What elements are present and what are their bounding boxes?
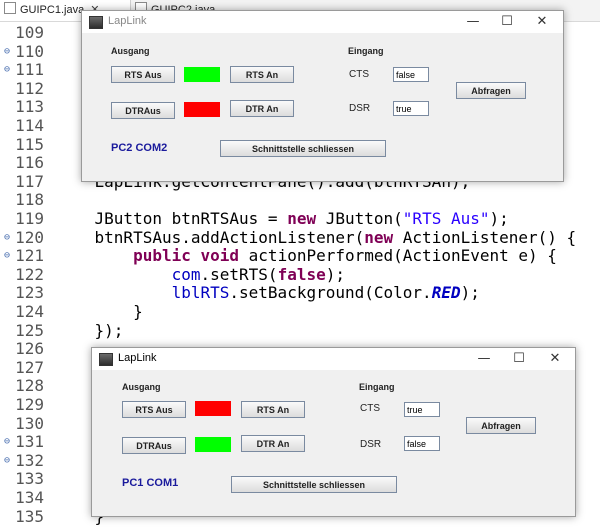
rts-an-button[interactable]: RTS An [230, 66, 294, 83]
rts-an-button[interactable]: RTS An [241, 401, 305, 418]
code-line[interactable]: 121 ⊖ public void actionPerformed(ActionE… [0, 246, 600, 266]
line-number: 130 [15, 413, 44, 433]
cts-field[interactable]: true [404, 402, 440, 417]
rts-indicator [195, 401, 231, 416]
title-bar[interactable]: LapLink — ☐ ✕ [82, 11, 563, 33]
line-number: 114 [15, 116, 44, 135]
fold-icon[interactable]: ⊖ [4, 247, 10, 266]
line-number: 135 [15, 506, 44, 526]
dsr-label: DSR [360, 439, 382, 450]
cts-field[interactable]: false [393, 67, 429, 82]
cts-label: CTS [349, 69, 369, 80]
eingang-label: Eingang [348, 46, 384, 56]
line-number: 123 [15, 283, 44, 303]
code-line[interactable]: 123 lblRTS.setBackground(Color.RED); [0, 284, 600, 303]
line-number: 129 [15, 395, 44, 414]
dtr-aus-button[interactable]: DTRAus [122, 437, 186, 454]
line-number: 119 [15, 209, 44, 228]
line-number: 124 [15, 302, 44, 321]
close-button[interactable]: ✕ [538, 350, 572, 368]
code-text: }); [56, 320, 124, 340]
fold-icon[interactable]: ⊖ [4, 433, 10, 452]
rts-indicator [184, 67, 220, 82]
dtr-an-button[interactable]: DTR An [230, 100, 294, 117]
code-text: } [56, 302, 143, 321]
port-label: PC2 COM2 [111, 142, 168, 154]
tab-label: GUIPC1.java [20, 4, 85, 16]
dtr-indicator [195, 437, 231, 452]
line-number: 118 [15, 190, 44, 210]
laplink-window-pc2: LapLink — ☐ ✕ Ausgang Eingang RTS Aus RT… [81, 10, 564, 182]
line-number: 115 [15, 134, 44, 154]
window-title: LapLink [118, 352, 157, 364]
window-title: LapLink [108, 15, 147, 27]
code-line[interactable]: 124 } [0, 302, 600, 322]
line-number: 125 [15, 320, 44, 340]
rts-aus-button[interactable]: RTS Aus [111, 66, 175, 83]
dtr-aus-button[interactable]: DTRAus [111, 102, 175, 119]
minimize-button[interactable]: — [456, 13, 490, 31]
fold-icon[interactable]: ⊖ [4, 43, 10, 62]
rts-aus-button[interactable]: RTS Aus [122, 401, 186, 418]
line-number: 113 [15, 97, 44, 117]
cts-label: CTS [360, 403, 380, 414]
java-file-icon [4, 2, 16, 14]
abfragen-button[interactable]: Abfragen [466, 417, 536, 434]
line-number: 134 [15, 488, 44, 507]
ausgang-label: Ausgang [122, 382, 161, 392]
laplink-window-pc1: LapLink — ☐ ✕ Ausgang Eingang RTS Aus RT… [91, 347, 576, 517]
line-number: 116 [15, 153, 44, 173]
minimize-button[interactable]: — [467, 350, 501, 368]
window-content: Ausgang Eingang RTS Aus RTS An CTS false… [83, 34, 562, 180]
java-app-icon [99, 353, 113, 366]
code-line[interactable]: 120 ⊖ btnRTSAus.addActionListener(new Act… [0, 227, 600, 248]
window-content: Ausgang Eingang RTS Aus RTS An CTS true … [93, 371, 574, 515]
code-line[interactable]: 122 com.setRTS(false); [0, 264, 600, 285]
fold-icon[interactable]: ⊖ [4, 452, 10, 471]
code-text: JButton btnRTSAus = new JButton("RTS Aus… [56, 209, 509, 228]
code-text: btnRTSAus.addActionListener(new ActionLi… [56, 227, 577, 247]
line-number: 133 [15, 469, 44, 489]
code-line[interactable]: 118 [0, 191, 600, 210]
dsr-field[interactable]: false [404, 436, 440, 451]
line-number: 117 [15, 171, 44, 191]
code-line[interactable]: 119 JButton btnRTSAus = new JButton("RTS… [0, 209, 600, 229]
line-number: 112 [15, 78, 44, 98]
eingang-label: Eingang [359, 382, 395, 392]
maximize-button[interactable]: ☐ [490, 13, 524, 31]
line-number: 126 [15, 339, 44, 359]
port-label: PC1 COM1 [122, 477, 179, 489]
code-text: public void actionPerformed(ActionEvent … [133, 246, 557, 266]
close-button[interactable]: ✕ [525, 13, 559, 31]
code-line[interactable]: 125 }); [0, 320, 600, 341]
dtr-an-button[interactable]: DTR An [241, 435, 305, 452]
ausgang-label: Ausgang [111, 46, 150, 56]
code-text: com.setRTS(false); [171, 264, 345, 284]
line-number: 109 [15, 23, 44, 42]
fold-icon[interactable]: ⊖ [4, 61, 10, 80]
close-port-button[interactable]: Schnittstelle schliessen [220, 140, 386, 157]
code-text: lblRTS.setBackground(Color.RED); [171, 283, 480, 303]
abfragen-button[interactable]: Abfragen [456, 82, 526, 99]
line-number: 128 [15, 376, 44, 396]
fold-icon[interactable]: ⊖ [4, 229, 10, 248]
line-number: 127 [15, 357, 44, 377]
close-port-button[interactable]: Schnittstelle schliessen [231, 476, 397, 493]
dsr-label: DSR [349, 103, 371, 114]
title-bar[interactable]: LapLink — ☐ ✕ [92, 348, 575, 370]
maximize-button[interactable]: ☐ [502, 350, 536, 368]
line-number: 122 [15, 264, 44, 284]
dsr-field[interactable]: true [393, 101, 429, 116]
java-app-icon [89, 16, 103, 29]
dtr-indicator [184, 102, 220, 117]
